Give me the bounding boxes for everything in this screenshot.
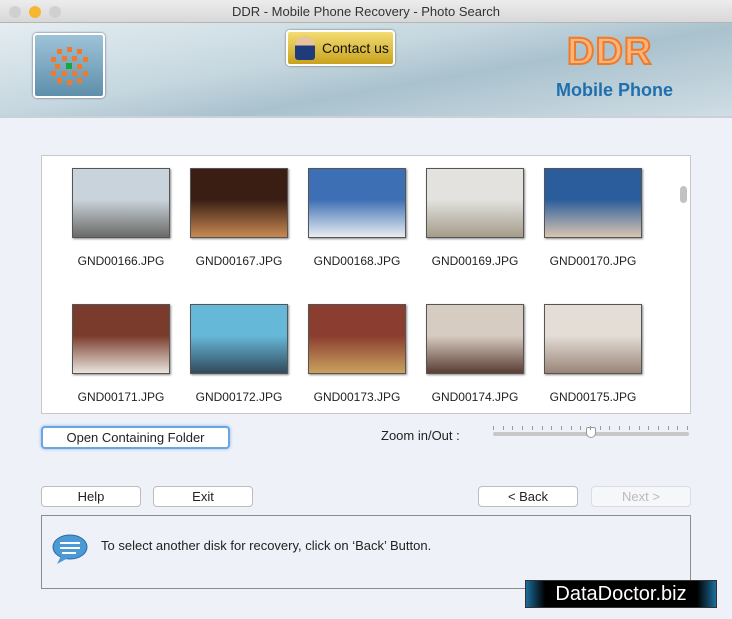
slider-tick [657, 426, 659, 430]
slider-tick [531, 426, 533, 430]
slider-tick [551, 426, 553, 430]
slider-tick [580, 426, 582, 430]
photo-item[interactable]: GND00169.JPG [416, 168, 534, 268]
slider-tick [522, 426, 524, 430]
photo-filename: GND00173.JPG [313, 390, 401, 404]
help-button[interactable]: Help [41, 486, 141, 507]
slider-tick [512, 426, 514, 430]
window-title: DDR - Mobile Phone Recovery - Photo Sear… [231, 4, 501, 19]
slider-tick [541, 426, 543, 430]
photo-item[interactable]: GND00173.JPG [298, 304, 416, 404]
photo-thumbnail[interactable] [72, 304, 170, 374]
photo-item[interactable]: GND00167.JPG [180, 168, 298, 268]
slider-tick [648, 426, 650, 430]
photo-filename: GND00172.JPG [195, 390, 283, 404]
slider-tick [493, 426, 494, 430]
photo-filename: GND00168.JPG [313, 254, 401, 268]
back-button[interactable]: < Back [478, 486, 578, 507]
status-panel: To select another disk for recovery, cli… [41, 515, 691, 589]
photo-item[interactable]: GND00168.JPG [298, 168, 416, 268]
photo-thumbnail[interactable] [544, 304, 642, 374]
slider-tick [570, 426, 572, 430]
photo-filename: GND00175.JPG [549, 390, 637, 404]
zoom-slider-thumb[interactable] [586, 427, 596, 438]
app-logo [33, 33, 105, 98]
photo-thumbnail[interactable] [426, 168, 524, 238]
photo-filename: GND00171.JPG [77, 390, 165, 404]
slider-tick [677, 426, 679, 430]
exit-button[interactable]: Exit [153, 486, 253, 507]
slider-tick [609, 426, 611, 430]
photo-filename: GND00169.JPG [431, 254, 519, 268]
slider-tick [687, 426, 688, 430]
person-icon [295, 36, 315, 60]
header-banner: Contact us DDR Mobile Phone [0, 23, 732, 118]
slider-tick [638, 426, 640, 430]
speech-bubble-icon [52, 534, 88, 564]
photo-item[interactable]: GND00175.JPG [534, 304, 652, 404]
slider-tick [599, 426, 601, 430]
status-message: To select another disk for recovery, cli… [101, 538, 432, 553]
slider-tick [628, 426, 630, 430]
photo-thumbnail[interactable] [308, 304, 406, 374]
contact-us-label: Contact us [322, 40, 389, 56]
photo-filename: GND00167.JPG [195, 254, 283, 268]
photo-item[interactable]: GND00172.JPG [180, 304, 298, 404]
slider-tick [619, 426, 621, 430]
slider-tick [502, 426, 504, 430]
photo-item[interactable]: GND00170.JPG [534, 168, 652, 268]
close-button[interactable] [9, 6, 21, 18]
scrollbar[interactable] [680, 186, 687, 203]
datadoctor-watermark[interactable]: DataDoctor.biz [525, 580, 717, 608]
photo-thumbnail[interactable] [308, 168, 406, 238]
open-containing-folder-button[interactable]: Open Containing Folder [41, 426, 230, 449]
minimize-button[interactable] [29, 6, 41, 18]
photo-filename: GND00170.JPG [549, 254, 637, 268]
slider-tick [590, 426, 591, 430]
product-name: Mobile Phone [556, 80, 673, 100]
photo-grid: GND00166.JPG GND00167.JPG GND00168.JPG GND0… [41, 155, 691, 414]
photo-thumbnail[interactable] [190, 168, 288, 238]
photo-thumbnail[interactable] [72, 168, 170, 238]
brand-logo: DDR [566, 30, 653, 74]
photo-filename: GND00166.JPG [77, 254, 165, 268]
photo-thumbnail[interactable] [426, 304, 524, 374]
slider-tick [560, 426, 562, 430]
zoom-slider[interactable] [493, 426, 689, 438]
contact-us-button[interactable]: Contact us [286, 30, 395, 66]
zoom-button[interactable] [49, 6, 61, 18]
slider-tick [667, 426, 669, 430]
photo-thumbnail[interactable] [544, 168, 642, 238]
zoom-label: Zoom in/Out : [381, 428, 460, 443]
title-bar: DDR - Mobile Phone Recovery - Photo Sear… [0, 0, 732, 23]
next-button[interactable]: Next > [591, 486, 691, 507]
logo-icon [51, 47, 88, 85]
photo-item[interactable]: GND00171.JPG [62, 304, 180, 404]
photo-filename: GND00174.JPG [431, 390, 519, 404]
photo-item[interactable]: GND00174.JPG [416, 304, 534, 404]
photo-thumbnail[interactable] [190, 304, 288, 374]
photo-item[interactable]: GND00166.JPG [62, 168, 180, 268]
